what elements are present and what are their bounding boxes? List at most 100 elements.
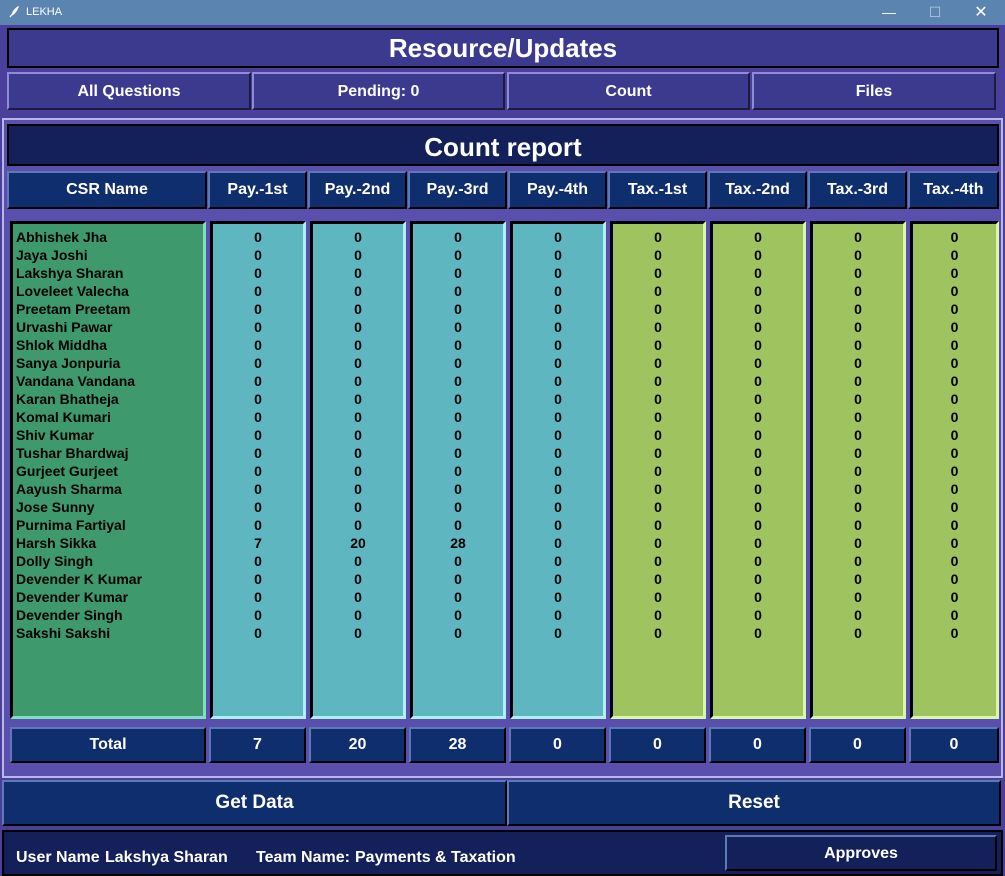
column-header-csr-name: CSR Name [7, 171, 207, 209]
count-cell: 0 [554, 463, 562, 479]
approves-button[interactable]: Approves [725, 835, 997, 871]
count-cell: 0 [354, 553, 362, 569]
tax-4th-column: 0 0 0 0 0 0 0 0 0 0 0 0 0 0 0 0 0 0 0 0 0 0 0 [910, 221, 999, 719]
count-cell: 0 [854, 301, 862, 317]
csr-name-cell: Preetam Preetam [16, 301, 131, 317]
count-cell: 0 [454, 391, 462, 407]
count-cell: 0 [854, 445, 862, 461]
count-cell: 0 [254, 553, 262, 569]
count-cell: 0 [454, 445, 462, 461]
count-cell: 7 [254, 535, 262, 551]
count-cell: 0 [554, 355, 562, 371]
count-cell: 0 [454, 553, 462, 569]
count-cell: 0 [354, 265, 362, 281]
count-cell: 0 [754, 625, 762, 641]
count-cell: 0 [254, 589, 262, 605]
count-cell: 0 [254, 247, 262, 263]
count-cell: 0 [454, 517, 462, 533]
count-cell: 0 [254, 265, 262, 281]
count-cell: 0 [950, 553, 959, 569]
count-cell: 0 [854, 229, 862, 245]
maximize-icon[interactable]: ☐ [912, 0, 958, 25]
total-pay-4th: 0 [509, 727, 606, 763]
count-cell: 0 [754, 607, 762, 623]
count-cell: 0 [654, 283, 662, 299]
count-cell: 0 [554, 571, 562, 587]
count-cell: 0 [254, 319, 262, 335]
count-cell: 0 [454, 247, 462, 263]
count-cell: 0 [454, 373, 462, 389]
count-cell: 0 [854, 607, 862, 623]
count-cell: 0 [454, 427, 462, 443]
all-questions-button[interactable]: All Questions [7, 72, 251, 110]
csr-name-cell: Shlok Middha [16, 337, 107, 353]
count-cell: 0 [950, 265, 959, 281]
pay-4th-column: 0 0 0 0 0 0 0 0 0 0 0 0 0 0 0 0 0 0 0 0 0 0 0 [510, 221, 606, 719]
count-cell: 20 [350, 535, 366, 551]
count-cell: 0 [354, 481, 362, 497]
pay-3rd-column: 0 0 0 0 0 0 0 0 0 0 0 0 0 0 0 0 0 28 0 0 0 0 0 [410, 221, 506, 719]
count-cell: 0 [454, 589, 462, 605]
count-cell: 0 [754, 391, 762, 407]
count-cell: 0 [950, 445, 959, 461]
count-cell: 0 [354, 301, 362, 317]
get-data-button[interactable]: Get Data [2, 780, 507, 826]
count-cell: 0 [354, 607, 362, 623]
count-cell: 0 [754, 481, 762, 497]
count-cell: 0 [950, 571, 959, 587]
count-cell: 0 [654, 391, 662, 407]
count-cell: 0 [654, 607, 662, 623]
count-cell: 0 [854, 625, 862, 641]
count-cell: 0 [854, 517, 862, 533]
files-button[interactable]: Files [752, 72, 996, 110]
count-cell: 0 [254, 409, 262, 425]
column-header-pay-4th: Pay.-4th [508, 171, 607, 209]
count-cell: 0 [950, 355, 959, 371]
count-cell: 0 [654, 481, 662, 497]
count-cell: 0 [354, 589, 362, 605]
count-cell: 0 [254, 445, 262, 461]
csr-name-cell: Vandana Vandana [16, 373, 136, 389]
count-cell: 0 [854, 283, 862, 299]
count-cell: 0 [254, 337, 262, 353]
count-cell: 0 [654, 319, 662, 335]
csr-name-cell: Komal Kumari [16, 409, 111, 425]
csr-name-cell: Harsh Sikka [16, 535, 97, 551]
count-cell: 0 [950, 373, 959, 389]
count-cell: 0 [854, 427, 862, 443]
tax-1st-column: 0 0 0 0 0 0 0 0 0 0 0 0 0 0 0 0 0 0 0 0 0 0 0 [610, 221, 706, 719]
csr-name-cell: Devender Singh [16, 607, 123, 623]
report-title: Count report [7, 124, 999, 166]
count-cell: 0 [254, 607, 262, 623]
count-cell: 0 [554, 409, 562, 425]
count-button[interactable]: Count [507, 72, 750, 110]
close-icon[interactable]: ✕ [958, 0, 1004, 25]
count-cell: 0 [354, 355, 362, 371]
count-cell: 0 [950, 625, 959, 641]
minimize-icon[interactable]: — [866, 0, 912, 25]
user-name-value: Lakshya Sharan [105, 849, 228, 866]
csr-name-cell: Shiv Kumar [16, 427, 94, 443]
reset-button[interactable]: Reset [507, 780, 1001, 826]
count-cell: 0 [654, 337, 662, 353]
count-cell: 0 [754, 229, 762, 245]
count-cell: 0 [754, 265, 762, 281]
count-cell: 0 [754, 409, 762, 425]
count-cell: 0 [554, 445, 562, 461]
count-cell: 0 [554, 499, 562, 515]
page-title: Resource/Updates [7, 28, 999, 68]
count-cell: 0 [654, 589, 662, 605]
csr-name-cell: Lakshya Sharan [16, 265, 124, 281]
column-header-pay-2nd: Pay.-2nd [308, 171, 407, 209]
count-cell: 0 [454, 625, 462, 641]
count-cell: 0 [554, 517, 562, 533]
count-cell: 0 [454, 337, 462, 353]
count-cell: 0 [950, 589, 959, 605]
count-cell: 0 [454, 481, 462, 497]
count-cell: 0 [254, 301, 262, 317]
pending-button[interactable]: Pending: 0 [252, 72, 505, 110]
count-cell: 0 [254, 517, 262, 533]
count-cell: 0 [754, 517, 762, 533]
csr-name-cell: Purnima Fartiyal [16, 517, 126, 533]
tax-2nd-column: 0 0 0 0 0 0 0 0 0 0 0 0 0 0 0 0 0 0 0 0 0 0 0 [710, 221, 806, 719]
